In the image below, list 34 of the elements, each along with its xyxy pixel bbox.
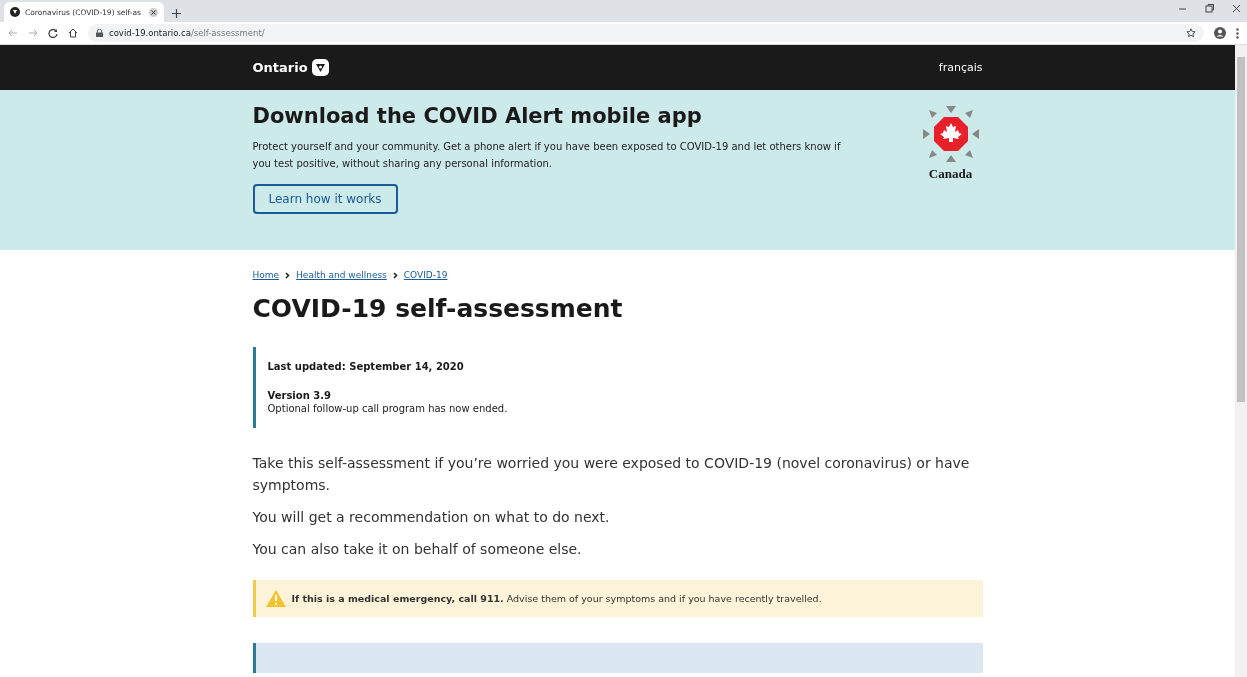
- alert-text: If this is a medical emergency, call 911. Advise them of your symptoms and if you have recently travelled.: [291, 593, 822, 604]
- plus-icon[interactable]: [172, 9, 181, 18]
- intro-paragraph: You can also take it on behalf of someone else.: [252, 540, 583, 559]
- ontario-logo[interactable]: Ontario: [252, 59, 329, 76]
- menu-icon[interactable]: [1236, 27, 1239, 39]
- reload-icon[interactable]: [48, 28, 58, 38]
- last-updated-text: Last updated: September 14, 2020: [267, 361, 465, 372]
- banner-heading: Download the COVID Alert mobile app: [252, 104, 703, 128]
- canada-wordmark: Canada: [928, 166, 973, 182]
- chevron-icon: [285, 271, 291, 279]
- covid-alert-icon: [920, 104, 981, 164]
- address-bar[interactable]: covid-19.ontario.ca/self-assessment/: [88, 24, 1204, 42]
- breadcrumb-link[interactable]: COVID-19: [403, 270, 448, 280]
- chevron-icon: [392, 271, 398, 279]
- restore-icon[interactable]: [1205, 4, 1214, 13]
- close-icon[interactable]: [149, 7, 158, 17]
- notice-text: Optional follow-up call program has now ended.: [267, 403, 509, 414]
- breadcrumb-link[interactable]: Health and wellness: [296, 270, 387, 280]
- trillium-icon: [311, 59, 329, 76]
- star-icon[interactable]: [1186, 28, 1196, 38]
- warning-icon: [265, 590, 286, 607]
- intro-paragraph: You will get a recommendation on what to do next.: [252, 508, 611, 527]
- intro-paragraph: Take this self-assessment if you’re worried you were exposed to COVID-19 (novel coronavirus) or have symptoms.: [252, 454, 971, 495]
- scrollbar[interactable]: [1235, 45, 1247, 677]
- account-icon[interactable]: [1214, 27, 1226, 39]
- version-text: Version 3.9: [267, 390, 332, 401]
- home-icon[interactable]: [68, 28, 78, 38]
- language-link[interactable]: français: [938, 61, 983, 74]
- lock-icon: [96, 29, 103, 37]
- banner-text: Protect yourself and your community. Get a phone alert if you have been exposed to COVID-19 and let others know if you test positive, without sharing any personal information.: [252, 140, 842, 171]
- breadcrumb-link[interactable]: Home: [252, 270, 280, 280]
- page-title: COVID-19 self-assessment: [252, 294, 624, 323]
- close-icon[interactable]: [1232, 4, 1241, 13]
- learn-how-button[interactable]: Learn how it works: [252, 184, 398, 214]
